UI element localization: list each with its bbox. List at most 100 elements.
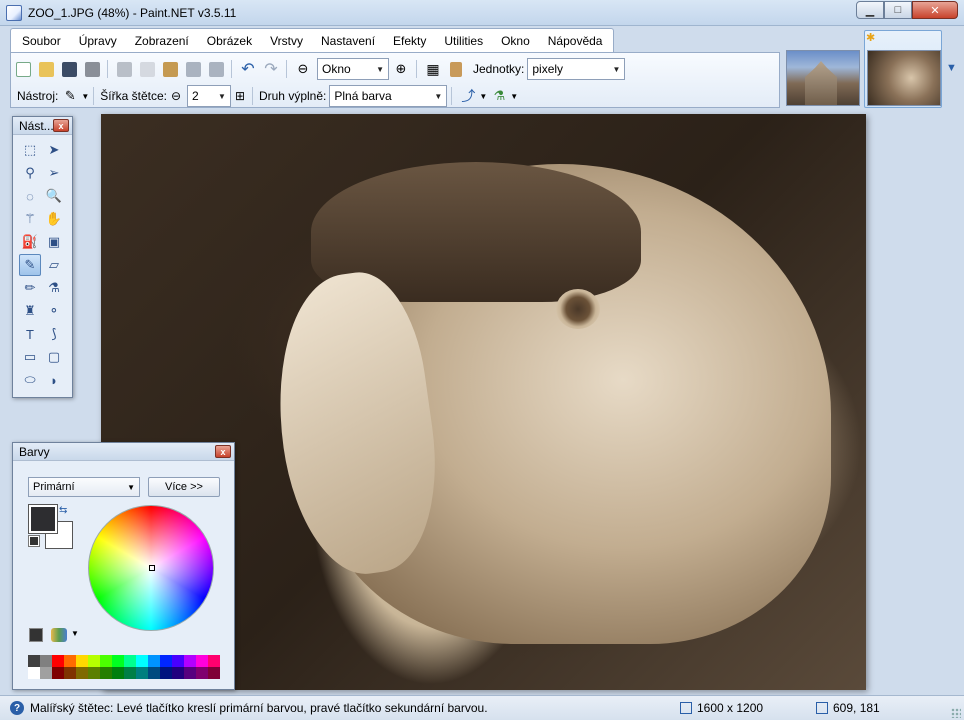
move-selection-tool-button[interactable]: ➤ (43, 139, 65, 161)
image-list-dropdown-icon[interactable]: ▼ (946, 62, 957, 74)
color-target-select[interactable]: Primární ▼ (28, 477, 140, 497)
paste-button[interactable] (159, 58, 181, 80)
rectangle-tool-button[interactable]: ▭ (19, 346, 41, 368)
image-thumbnail-church[interactable] (786, 50, 860, 106)
palette-swatch[interactable] (124, 667, 136, 679)
brush-width-increase-button[interactable]: ⊞ (232, 85, 248, 107)
gradient-tool-button[interactable]: ▣ (43, 231, 65, 253)
palette-swatch[interactable] (124, 655, 136, 667)
rounded-rectangle-tool-button[interactable]: ▢ (43, 346, 65, 368)
undo-button[interactable]: ↶ (237, 58, 259, 80)
palette-swatch[interactable] (196, 655, 208, 667)
print-button[interactable] (81, 58, 103, 80)
deselect-button[interactable] (205, 58, 227, 80)
paintbrush-tool-button[interactable]: ✎ (19, 254, 41, 276)
palette-swatch[interactable] (64, 667, 76, 679)
magic-wand-tool-button[interactable]: ⚚ (19, 208, 41, 230)
close-button[interactable]: ✕ (912, 1, 958, 19)
zoom-select[interactable]: Okno ▼ (317, 58, 389, 80)
ellipse-tool-button[interactable]: ⬭ (19, 369, 41, 391)
palette-swatch[interactable] (160, 655, 172, 667)
clone-stamp-tool-button[interactable]: ♜ (19, 300, 41, 322)
new-button[interactable] (12, 58, 34, 80)
menu-utilities[interactable]: Utilities (435, 34, 492, 48)
brush-width-decrease-button[interactable]: ⊖ (168, 85, 184, 107)
move-selected-tool-button[interactable]: ➢ (43, 162, 65, 184)
open-button[interactable] (35, 58, 57, 80)
palette-swatch[interactable] (184, 655, 196, 667)
palette-swatch[interactable] (40, 667, 52, 679)
cut-button[interactable] (113, 58, 135, 80)
line-curve-tool-button[interactable]: ⟆ (43, 323, 65, 345)
lasso-select-tool-button[interactable]: ⚲ (19, 162, 41, 184)
minimize-button[interactable]: ▁ (856, 1, 884, 19)
eraser-tool-button[interactable]: ▱ (43, 254, 65, 276)
pan-hand-tool-button[interactable]: ✋ (43, 208, 65, 230)
zoom-in-button[interactable]: ⊕ (390, 58, 412, 80)
menu-file[interactable]: Soubor (13, 34, 70, 48)
palette-menu-icon[interactable] (51, 628, 67, 642)
palette-swatch[interactable] (64, 655, 76, 667)
pencil-tool-button[interactable]: ✏ (19, 277, 41, 299)
brush-width-select[interactable]: 2 ▼ (186, 85, 231, 107)
fill-select[interactable]: Plná barva ▼ (329, 85, 448, 107)
menu-window[interactable]: Okno (492, 34, 539, 48)
palette-swatch[interactable] (136, 655, 148, 667)
redo-button[interactable]: ↷ (260, 58, 282, 80)
palette-swatch[interactable] (100, 655, 112, 667)
menu-image[interactable]: Obrázek (198, 34, 261, 48)
zoom-tool-button[interactable]: 🔍 (43, 185, 65, 207)
palette-swatch[interactable] (88, 655, 100, 667)
color-picker-tool-button[interactable]: ⚗ (43, 277, 65, 299)
zoom-out-button[interactable]: ⊖ (292, 58, 314, 80)
palette-swatch[interactable] (136, 667, 148, 679)
palette-swatch[interactable] (52, 667, 64, 679)
palette-swatch[interactable] (112, 667, 124, 679)
palette-swatch[interactable] (184, 667, 196, 679)
tool-picker[interactable]: ✎ (59, 85, 81, 107)
tools-window-titlebar[interactable]: Nást... x (13, 117, 72, 135)
image-thumbnail-parrot[interactable] (867, 50, 941, 106)
menu-layers[interactable]: Vrstvy (261, 34, 312, 48)
menu-view[interactable]: Zobrazení (126, 34, 198, 48)
palette-swatch[interactable] (148, 655, 160, 667)
save-button[interactable] (58, 58, 80, 80)
palette-swatch[interactable] (40, 655, 52, 667)
more-colors-button[interactable]: Více >> (148, 477, 220, 497)
menu-effects[interactable]: Efekty (384, 34, 435, 48)
chevron-down-icon[interactable]: ▼ (479, 92, 487, 101)
palette-swatch[interactable] (160, 667, 172, 679)
tools-window-close-button[interactable]: x (53, 119, 69, 132)
units-select[interactable]: pixely ▼ (527, 58, 626, 80)
reset-colors-icon[interactable] (28, 535, 40, 547)
maximize-button[interactable]: □ (884, 1, 912, 19)
palette-swatch[interactable] (52, 655, 64, 667)
palette-swatch[interactable] (196, 667, 208, 679)
color-wheel-marker[interactable] (149, 565, 155, 571)
resize-grip-icon[interactable] (951, 708, 961, 718)
palette-swatch[interactable] (100, 667, 112, 679)
palette-swatch[interactable] (172, 655, 184, 667)
primary-color-swatch[interactable] (28, 504, 58, 534)
copy-button[interactable] (136, 58, 158, 80)
text-tool-button[interactable]: T (19, 323, 41, 345)
chevron-down-icon[interactable]: ▼ (510, 92, 518, 101)
recolor-tool-button[interactable]: ⚬ (43, 300, 65, 322)
palette-swatch[interactable] (28, 667, 40, 679)
paint-bucket-tool-button[interactable]: ⛽ (19, 231, 41, 253)
palette-swatch[interactable] (148, 667, 160, 679)
freeform-shape-tool-button[interactable]: ◗ (43, 369, 65, 391)
menu-adjustments[interactable]: Nastavení (312, 34, 384, 48)
palette-swatch[interactable] (76, 667, 88, 679)
rectangle-select-tool-button[interactable]: ⬚ (19, 139, 41, 161)
antialiasing-button[interactable]: ⤴ (457, 85, 479, 107)
grid-button[interactable]: ▦ (422, 58, 444, 80)
palette-swatch[interactable] (208, 655, 220, 667)
menu-edit[interactable]: Úpravy (70, 34, 126, 48)
ellipse-select-tool-button[interactable]: ◌ (19, 185, 41, 207)
palette-swatch[interactable] (88, 667, 100, 679)
add-to-palette-icon[interactable] (29, 628, 43, 642)
palette-swatch[interactable] (112, 655, 124, 667)
palette-swatch[interactable] (28, 655, 40, 667)
menu-help[interactable]: Nápověda (539, 34, 612, 48)
